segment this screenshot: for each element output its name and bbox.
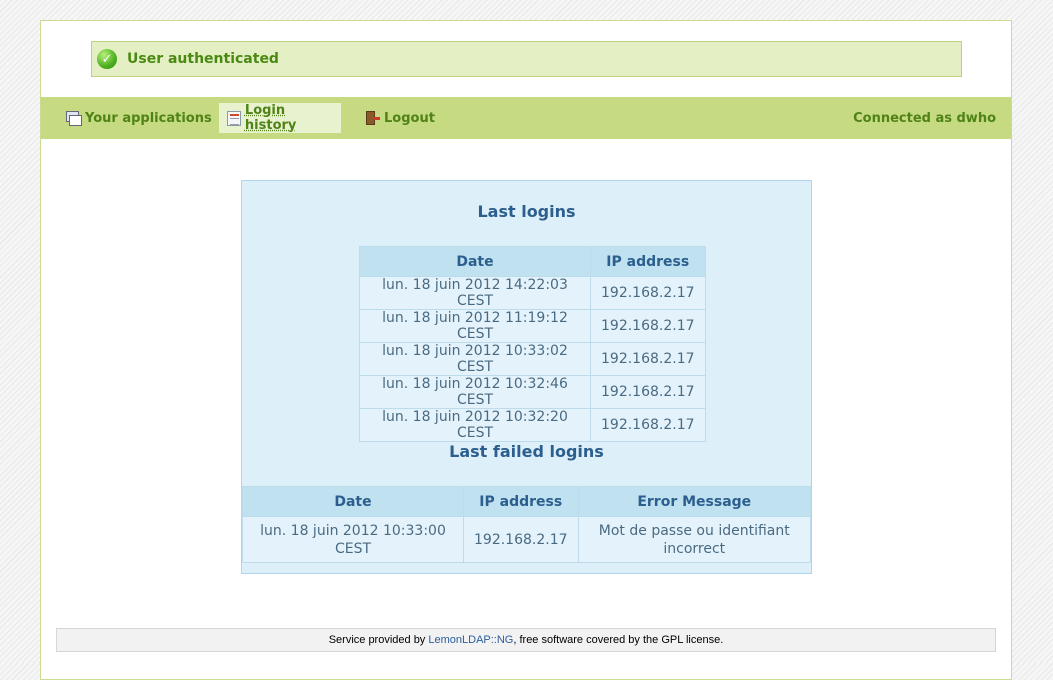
column-header-ip: IP address: [463, 486, 579, 517]
footer-suffix: , free software covered by the GPL licen…: [513, 634, 724, 646]
auth-message-text: User authenticated: [127, 51, 279, 67]
cell-ip: 192.168.2.17: [590, 375, 706, 409]
menu-item-label: Login history: [244, 103, 297, 133]
cell-ip: 192.168.2.17: [590, 342, 706, 376]
cell-ip: 192.168.2.17: [463, 516, 579, 563]
history-icon: [227, 110, 241, 126]
last-logins-title: Last logins: [477, 202, 576, 221]
logout-icon: [365, 110, 380, 126]
menu-item-label: Logout: [384, 110, 435, 126]
menu-item-your-applications[interactable]: Your applications: [58, 103, 220, 133]
lemonldap-link[interactable]: LemonLDAP::NG: [428, 634, 513, 646]
table-header-row: Date IP address: [359, 246, 706, 277]
table-row: lun. 18 juin 2012 10:33:02 CEST 192.168.…: [359, 342, 706, 376]
table-row: lun. 18 juin 2012 11:19:12 CEST 192.168.…: [359, 309, 706, 343]
login-history-panel: Last logins Date IP address lun. 18 juin…: [241, 180, 812, 574]
column-header-ip: IP address: [590, 246, 706, 277]
menu-item-logout[interactable]: Logout: [357, 103, 443, 133]
check-icon: ✓: [97, 49, 117, 69]
column-header-error: Error Message: [577, 486, 812, 517]
footer: Service provided by LemonLDAP::NG , free…: [56, 628, 996, 652]
applications-icon: [66, 110, 82, 126]
cell-date: lun. 18 juin 2012 10:33:02 CEST: [359, 342, 591, 376]
menu-item-label: Your applications: [85, 110, 212, 126]
connected-as-label: Connected as dwho: [853, 111, 996, 126]
cell-date: lun. 18 juin 2012 10:33:00 CEST: [242, 516, 464, 563]
failed-logins-title: Last failed logins: [449, 442, 604, 461]
footer-prefix: Service provided by: [328, 634, 429, 646]
page-container: ✓ User authenticated Your applications L…: [40, 20, 1012, 680]
menu-item-login-history[interactable]: Login history: [219, 103, 341, 133]
table-row: lun. 18 juin 2012 10:33:00 CEST 192.168.…: [242, 516, 812, 563]
cell-date: lun. 18 juin 2012 11:19:12 CEST: [359, 309, 591, 343]
last-logins-table: Date IP address lun. 18 juin 2012 14:22:…: [359, 246, 706, 442]
cell-ip: 192.168.2.17: [590, 309, 706, 343]
table-row: lun. 18 juin 2012 10:32:20 CEST 192.168.…: [359, 408, 706, 442]
cell-ip: 192.168.2.17: [590, 408, 706, 442]
table-row: lun. 18 juin 2012 14:22:03 CEST 192.168.…: [359, 276, 706, 310]
cell-date: lun. 18 juin 2012 14:22:03 CEST: [359, 276, 591, 310]
table-header-row: Date IP address Error Message: [242, 486, 812, 517]
column-header-date: Date: [242, 486, 464, 517]
menu-bar: Your applications Login history Logout C…: [41, 97, 1011, 139]
cell-date: lun. 18 juin 2012 10:32:20 CEST: [359, 408, 591, 442]
column-header-date: Date: [359, 246, 591, 277]
table-row: lun. 18 juin 2012 10:32:46 CEST 192.168.…: [359, 375, 706, 409]
cell-ip: 192.168.2.17: [590, 276, 706, 310]
cell-error: Mot de passe ou identifiant incorrect: [577, 516, 812, 563]
failed-logins-table: Date IP address Error Message lun. 18 ju…: [242, 486, 812, 563]
cell-date: lun. 18 juin 2012 10:32:46 CEST: [359, 375, 591, 409]
auth-message: ✓ User authenticated: [91, 41, 962, 77]
